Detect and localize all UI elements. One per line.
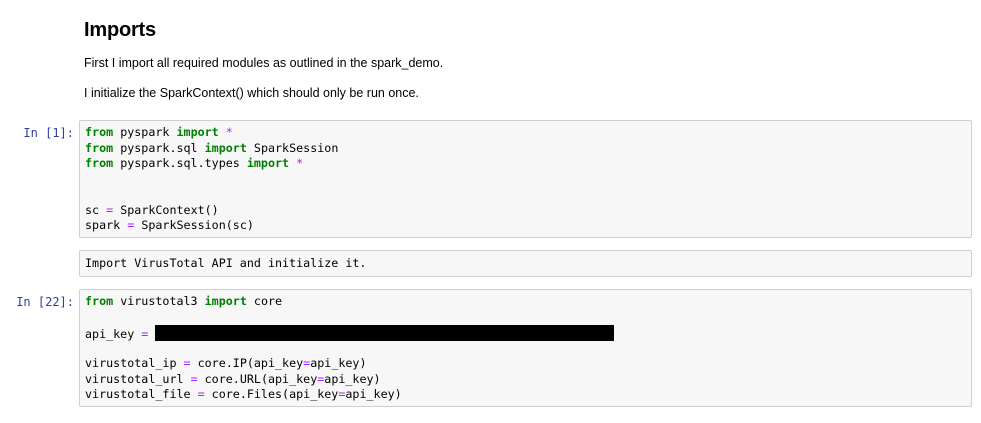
code-keyword: from: [85, 294, 114, 308]
code-token: api_key: [85, 327, 142, 341]
code-token: SparkSession(sc): [134, 218, 254, 232]
code-line: virustotal_ip = core.IP(api_key=api_key): [85, 356, 614, 372]
code-token: pyspark.sql: [113, 140, 205, 155]
redacted-block: [155, 325, 615, 341]
cell-prompt-1: In [1]:: [23, 126, 74, 140]
code-line: virustotal_url = core.URL(api_key=api_ke…: [85, 372, 614, 388]
code-line: virustotal_file = core.Files(api_key=api…: [85, 387, 614, 403]
code-token: pyspark.sql.types: [113, 156, 247, 170]
code-token: SparkSession: [246, 140, 339, 155]
code-token: virustotal_file: [85, 387, 198, 401]
markdown-paragraph-sparkcontext: I initialize the SparkContext() which sh…: [84, 86, 419, 100]
code-token: core.IP(api_key: [190, 356, 304, 370]
code-cell-1[interactable]: from pyspark import * from pyspark.sql im…: [79, 120, 972, 238]
code-keyword: from: [85, 156, 114, 170]
code-keyword: import: [176, 125, 219, 139]
code-keyword: import: [204, 140, 247, 155]
code-line: from pyspark.sql.types import *: [85, 156, 338, 172]
code-editor-2[interactable]: from virustotal3 import core api_key = vi…: [85, 294, 615, 403]
code-operator: =: [190, 371, 198, 386]
code-keyword: from: [85, 140, 114, 155]
code-token: pyspark: [113, 125, 177, 139]
code-operator: *: [225, 125, 233, 139]
code-token: api_key): [324, 371, 381, 386]
raw-cell-text[interactable]: Import VirusTotal API and initialize it.: [85, 256, 366, 272]
code-token: sc: [85, 202, 107, 217]
code-token: core.URL(api_key: [197, 371, 318, 386]
code-operator: *: [296, 156, 304, 170]
code-line: from virustotal3 import core: [85, 294, 614, 310]
raw-cell[interactable]: Import VirusTotal API and initialize it.: [79, 250, 972, 277]
code-token: SparkContext(): [113, 202, 219, 217]
code-line: api_key =: [85, 325, 615, 341]
code-token: core.Files(api_key: [204, 387, 339, 401]
code-line: from pyspark.sql import SparkSession: [85, 141, 338, 157]
code-keyword: from: [85, 125, 114, 139]
code-token: api_key): [345, 387, 402, 401]
code-editor-1[interactable]: from pyspark import * from pyspark.sql im…: [85, 125, 338, 234]
code-token: core: [246, 294, 283, 308]
code-token: virustotal_url: [85, 371, 191, 386]
code-operator: =: [197, 387, 205, 401]
code-keyword: import: [246, 156, 290, 170]
code-operator: =: [183, 356, 191, 370]
code-token: api_key): [310, 356, 367, 370]
code-token: spark: [85, 218, 128, 232]
markdown-paragraph-imports: First I import all required modules as o…: [84, 56, 444, 70]
code-token: virustotal_ip: [85, 356, 184, 370]
code-token: virustotal3: [113, 294, 205, 308]
code-line: spark = SparkSession(sc): [85, 218, 338, 234]
code-line: sc = SparkContext(): [85, 203, 338, 219]
cell-prompt-2: In [22]:: [16, 295, 74, 309]
markdown-heading: Imports: [84, 19, 156, 41]
code-keyword: import: [204, 294, 247, 308]
code-line: from pyspark import *: [85, 125, 338, 141]
code-cell-2[interactable]: from virustotal3 import core api_key = vi…: [79, 289, 972, 407]
